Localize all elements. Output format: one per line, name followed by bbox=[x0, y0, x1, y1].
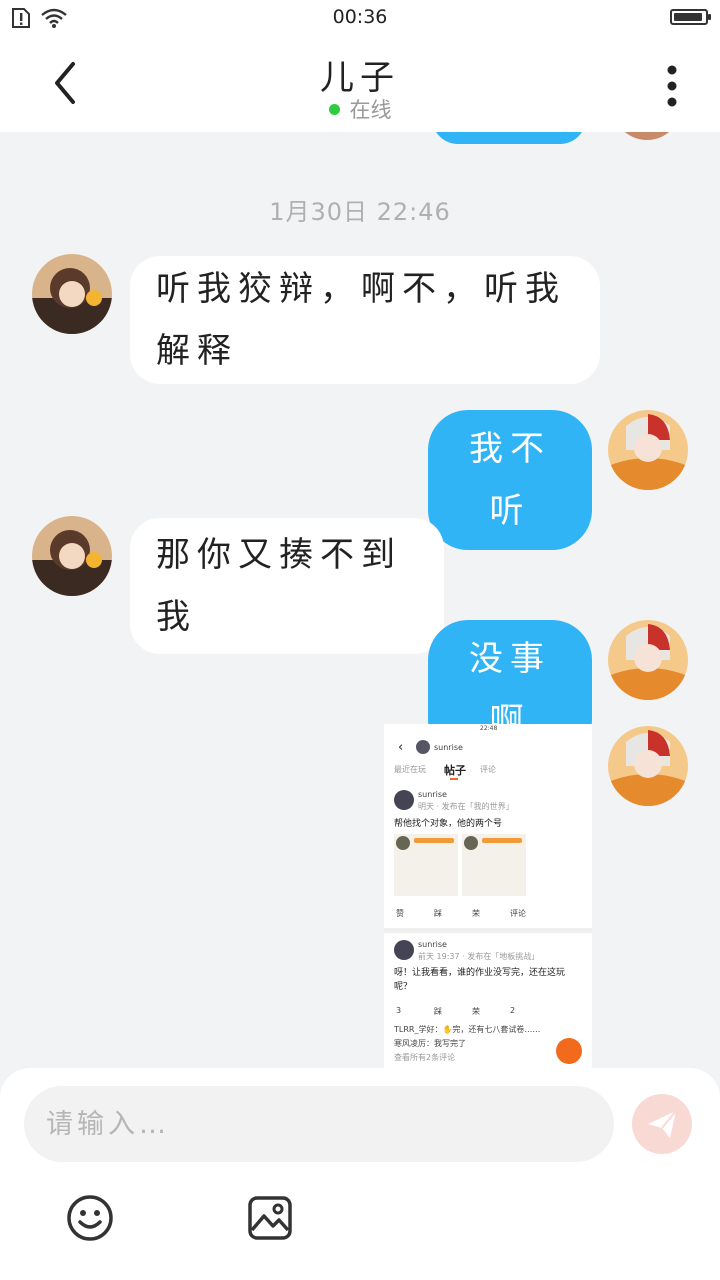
message-bubble-incoming[interactable]: 听我狡辩，啊不，听我解释 bbox=[130, 256, 600, 384]
image-icon bbox=[248, 1196, 292, 1240]
emoji-button[interactable] bbox=[66, 1194, 114, 1242]
contact-name: 儿子 bbox=[320, 58, 400, 98]
my-avatar[interactable] bbox=[608, 620, 688, 700]
shot-floating-heart-icon bbox=[556, 1038, 582, 1064]
shot-action-comment: 评论 bbox=[510, 909, 526, 918]
send-icon bbox=[648, 1110, 677, 1138]
shot-action-dislike: 踩 bbox=[434, 1007, 442, 1016]
shot-post-user: sunrise bbox=[418, 940, 447, 949]
shot-more-comments: 查看所有2条评论 bbox=[394, 1053, 456, 1062]
battery-icon bbox=[670, 9, 711, 25]
image-button[interactable] bbox=[246, 1194, 294, 1242]
presence-label: 在线 bbox=[349, 98, 392, 122]
shot-tab-posts: 帖子 bbox=[444, 764, 466, 777]
my-avatar[interactable] bbox=[608, 726, 688, 806]
shot-tab-recent: 最近在玩 bbox=[394, 765, 426, 774]
contact-avatar[interactable] bbox=[32, 516, 112, 596]
shot-action-like: 3 bbox=[396, 1006, 402, 1015]
status-time: 00:36 bbox=[332, 6, 388, 28]
message-bubble-incoming[interactable]: 那你又揍不到我 bbox=[130, 518, 444, 654]
shot-action-like: 赞 bbox=[396, 909, 404, 918]
shot-image-tag bbox=[482, 838, 522, 843]
image-message[interactable]: 22:48 ‹ sunrise 最近在玩 帖子 评论 sunrise 明天 · … bbox=[384, 724, 592, 1068]
shot-comment: TLRR_学好：✋完，还有七八套试卷…… bbox=[394, 1025, 541, 1034]
more-vertical-icon bbox=[667, 65, 677, 107]
shot-action-dislike: 踩 bbox=[434, 909, 442, 918]
contact-avatar[interactable] bbox=[32, 254, 112, 334]
chat-header: 儿子 在线 bbox=[0, 36, 720, 132]
shot-post-avatar bbox=[394, 790, 414, 810]
status-bar: 00:36 bbox=[0, 0, 720, 36]
presence-status: 在线 bbox=[0, 94, 720, 124]
previous-avatar[interactable] bbox=[610, 132, 684, 140]
shot-action-comment: 2 bbox=[510, 1006, 516, 1015]
shot-action-honor: 荣 bbox=[472, 1007, 480, 1016]
shot-comment: 寒风凌厉：我写完了 bbox=[394, 1039, 466, 1048]
shot-post-meta: 前天 19:37 · 发布在「地板挑战」 bbox=[418, 952, 540, 961]
send-button[interactable] bbox=[632, 1094, 692, 1154]
message-bubble-outgoing[interactable]: 我不听 bbox=[428, 410, 592, 550]
shot-post-avatar bbox=[394, 940, 414, 960]
shot-action-honor: 荣 bbox=[472, 909, 480, 918]
my-avatar[interactable] bbox=[608, 410, 688, 490]
composer bbox=[0, 1068, 720, 1280]
message-list[interactable]: 1月30日 22:46 听我狡辩，啊不，听我解释 我不听 那你又揍不到我 没事啊… bbox=[0, 132, 720, 1068]
message-timestamp: 1月30日 22:46 bbox=[269, 198, 451, 226]
shot-avatar bbox=[416, 740, 430, 754]
shot-post-text: 呀！让我看看，谁的作业没写完，还在这玩呢？ bbox=[394, 968, 566, 992]
shot-image-avatar bbox=[396, 836, 410, 850]
previous-message-bubble[interactable] bbox=[432, 132, 586, 144]
shot-post-text: 帮他找个对象，他的两个号 bbox=[394, 819, 503, 829]
shot-divider bbox=[384, 928, 592, 933]
message-input[interactable] bbox=[24, 1086, 614, 1162]
shot-image-tag bbox=[414, 838, 454, 843]
shot-post-user: sunrise bbox=[418, 790, 447, 799]
shot-tab-comments: 评论 bbox=[480, 765, 496, 774]
smiley-icon bbox=[67, 1195, 113, 1241]
shot-time: 22:48 bbox=[480, 725, 498, 732]
online-dot-icon bbox=[328, 103, 340, 115]
shot-post-meta: 明天 · 发布在「我的世界」 bbox=[418, 802, 514, 811]
shot-image-avatar bbox=[464, 836, 478, 850]
shot-back-icon: ‹ bbox=[398, 740, 404, 755]
more-options-button[interactable] bbox=[652, 64, 692, 108]
shot-username: sunrise bbox=[434, 743, 463, 752]
shot-tab-indicator bbox=[450, 778, 458, 780]
